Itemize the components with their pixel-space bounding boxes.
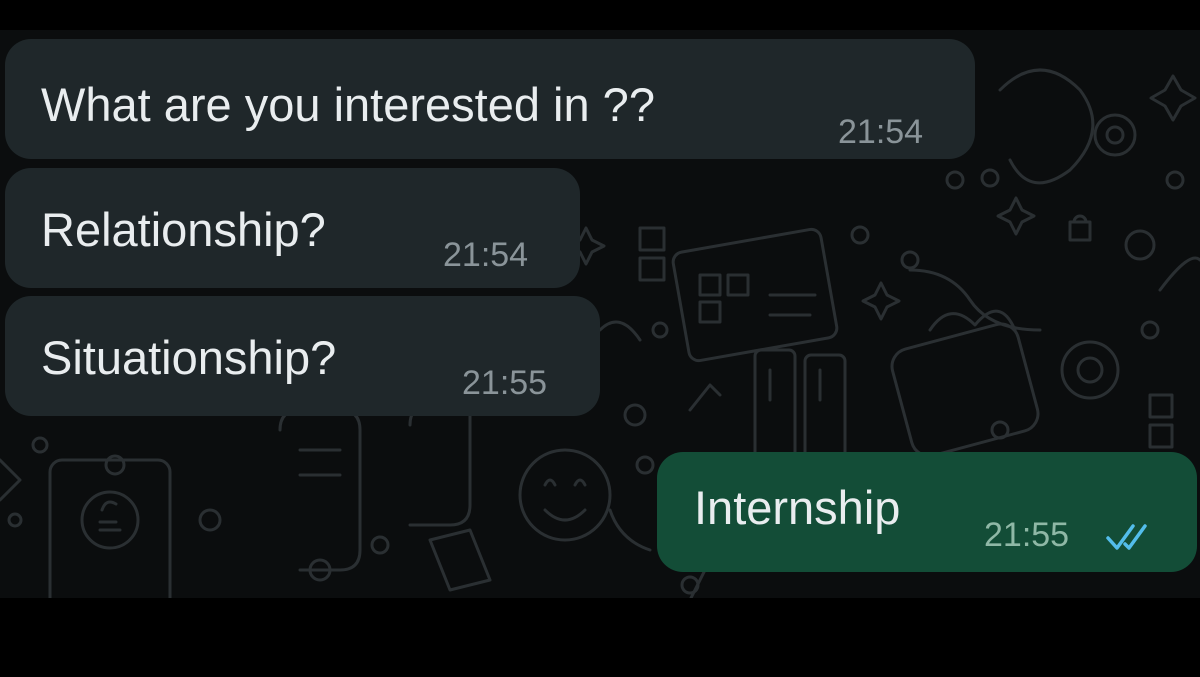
double-check-read-icon	[1106, 524, 1147, 550]
message-text: Internship	[694, 481, 901, 534]
message-text: Relationship?	[41, 203, 326, 256]
message-timestamp: 21:55	[462, 364, 548, 402]
message-bubble-incoming-2[interactable]: Relationship? 21:54	[5, 168, 580, 288]
message-text: What are you interested in ??	[41, 78, 655, 131]
message-bubble-incoming-3[interactable]: Situationship? 21:55	[5, 296, 600, 416]
screenshot-frame: What are you interested in ?? 21:54 Rela…	[0, 0, 1200, 677]
message-timestamp: 21:54	[838, 113, 924, 151]
message-text: Situationship?	[41, 331, 337, 384]
message-timestamp: 21:54	[443, 236, 529, 274]
message-timestamp: 21:55	[984, 516, 1070, 554]
message-bubble-outgoing-1[interactable]: Internship 21:55	[657, 452, 1197, 572]
chat-area[interactable]: What are you interested in ?? 21:54 Rela…	[0, 30, 1200, 598]
message-bubble-incoming-1[interactable]: What are you interested in ?? 21:54	[5, 39, 975, 159]
